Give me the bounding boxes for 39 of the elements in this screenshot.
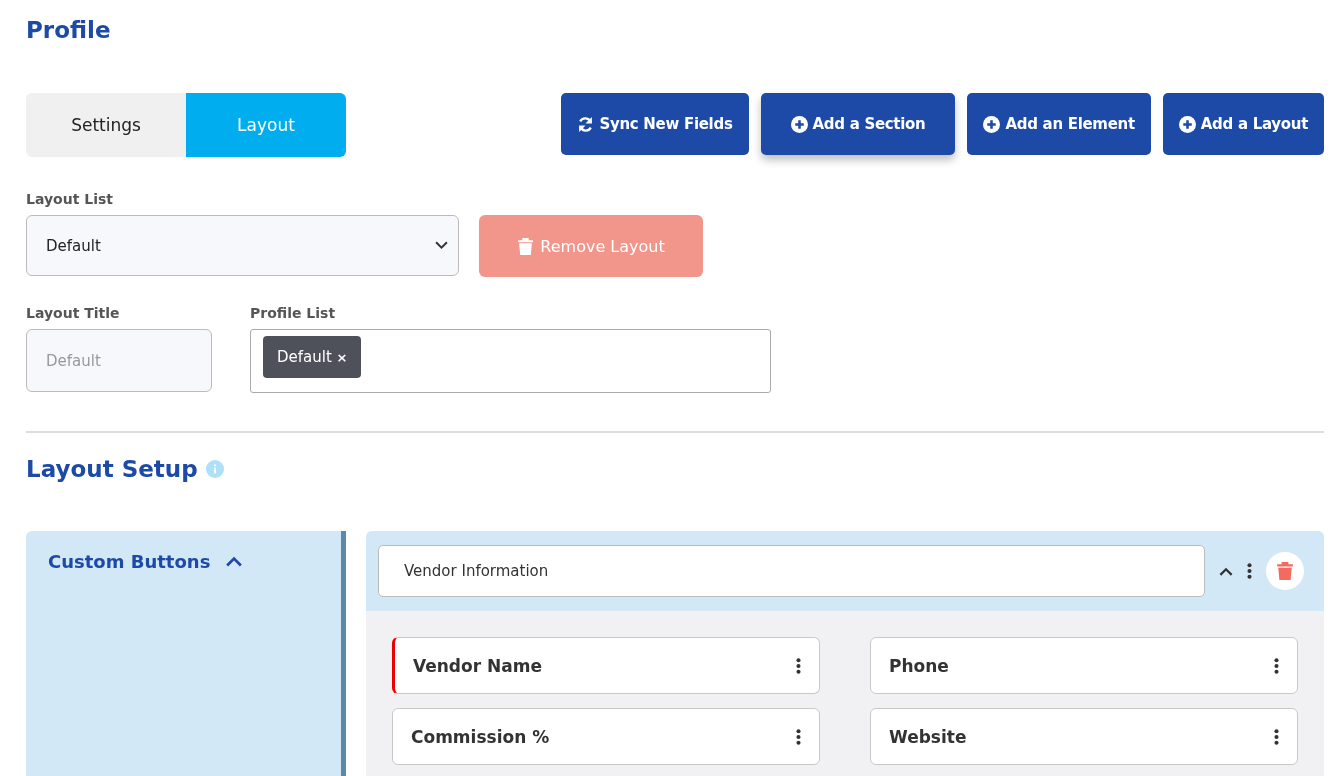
element-card[interactable]: Phone	[870, 637, 1298, 694]
plus-circle-icon	[790, 115, 808, 133]
field-label: Layout List	[26, 191, 114, 207]
element-label: Vendor Name	[413, 655, 542, 676]
action-button[interactable]: Sync New Fields	[561, 93, 749, 155]
element-label: Website	[889, 726, 967, 747]
plus-circle-icon	[1178, 115, 1196, 133]
field-label: Layout Title	[26, 305, 121, 321]
sync-icon	[577, 115, 595, 133]
layout-select[interactable]: Default	[26, 215, 459, 276]
element-card[interactable]: Vendor Name	[392, 637, 820, 694]
action-button[interactable]: Add a Layout	[1162, 93, 1324, 155]
field-label: Profile List	[250, 305, 337, 321]
section-name-field[interactable]: Vendor Information	[378, 545, 1205, 597]
more-icon[interactable]	[796, 728, 801, 745]
profile-tag[interactable]: Default ×	[263, 336, 362, 378]
chevron-icon	[226, 556, 243, 567]
page-title: Profile	[26, 16, 112, 45]
chevron-icon[interactable]	[1219, 566, 1233, 576]
plus-circle-icon	[983, 115, 1001, 133]
more-icon[interactable]	[1247, 563, 1252, 579]
section-heading: Layout Setup	[26, 455, 198, 484]
layout-title-field[interactable]: Default	[26, 329, 212, 392]
delete-button[interactable]	[1266, 552, 1304, 590]
profile-list-field[interactable]: Default ×	[250, 329, 771, 393]
action-button[interactable]: Add a Section	[760, 93, 956, 155]
more-icon[interactable]	[1274, 728, 1279, 745]
more-icon[interactable]	[1274, 657, 1279, 674]
element-label: Phone	[889, 655, 949, 676]
element-card[interactable]: Website	[870, 708, 1298, 765]
sidebar-header[interactable]: Custom Buttons	[48, 551, 319, 572]
tab[interactable]: Settings	[26, 93, 186, 157]
action-button[interactable]: Add an Element	[967, 93, 1151, 155]
trash-icon	[517, 237, 535, 255]
more-icon[interactable]	[796, 657, 801, 674]
element-label: Commission %	[411, 726, 550, 747]
trash-icon	[1277, 562, 1293, 580]
chevron-down-icon	[435, 241, 448, 250]
element-card[interactable]: Commission %	[392, 708, 820, 765]
